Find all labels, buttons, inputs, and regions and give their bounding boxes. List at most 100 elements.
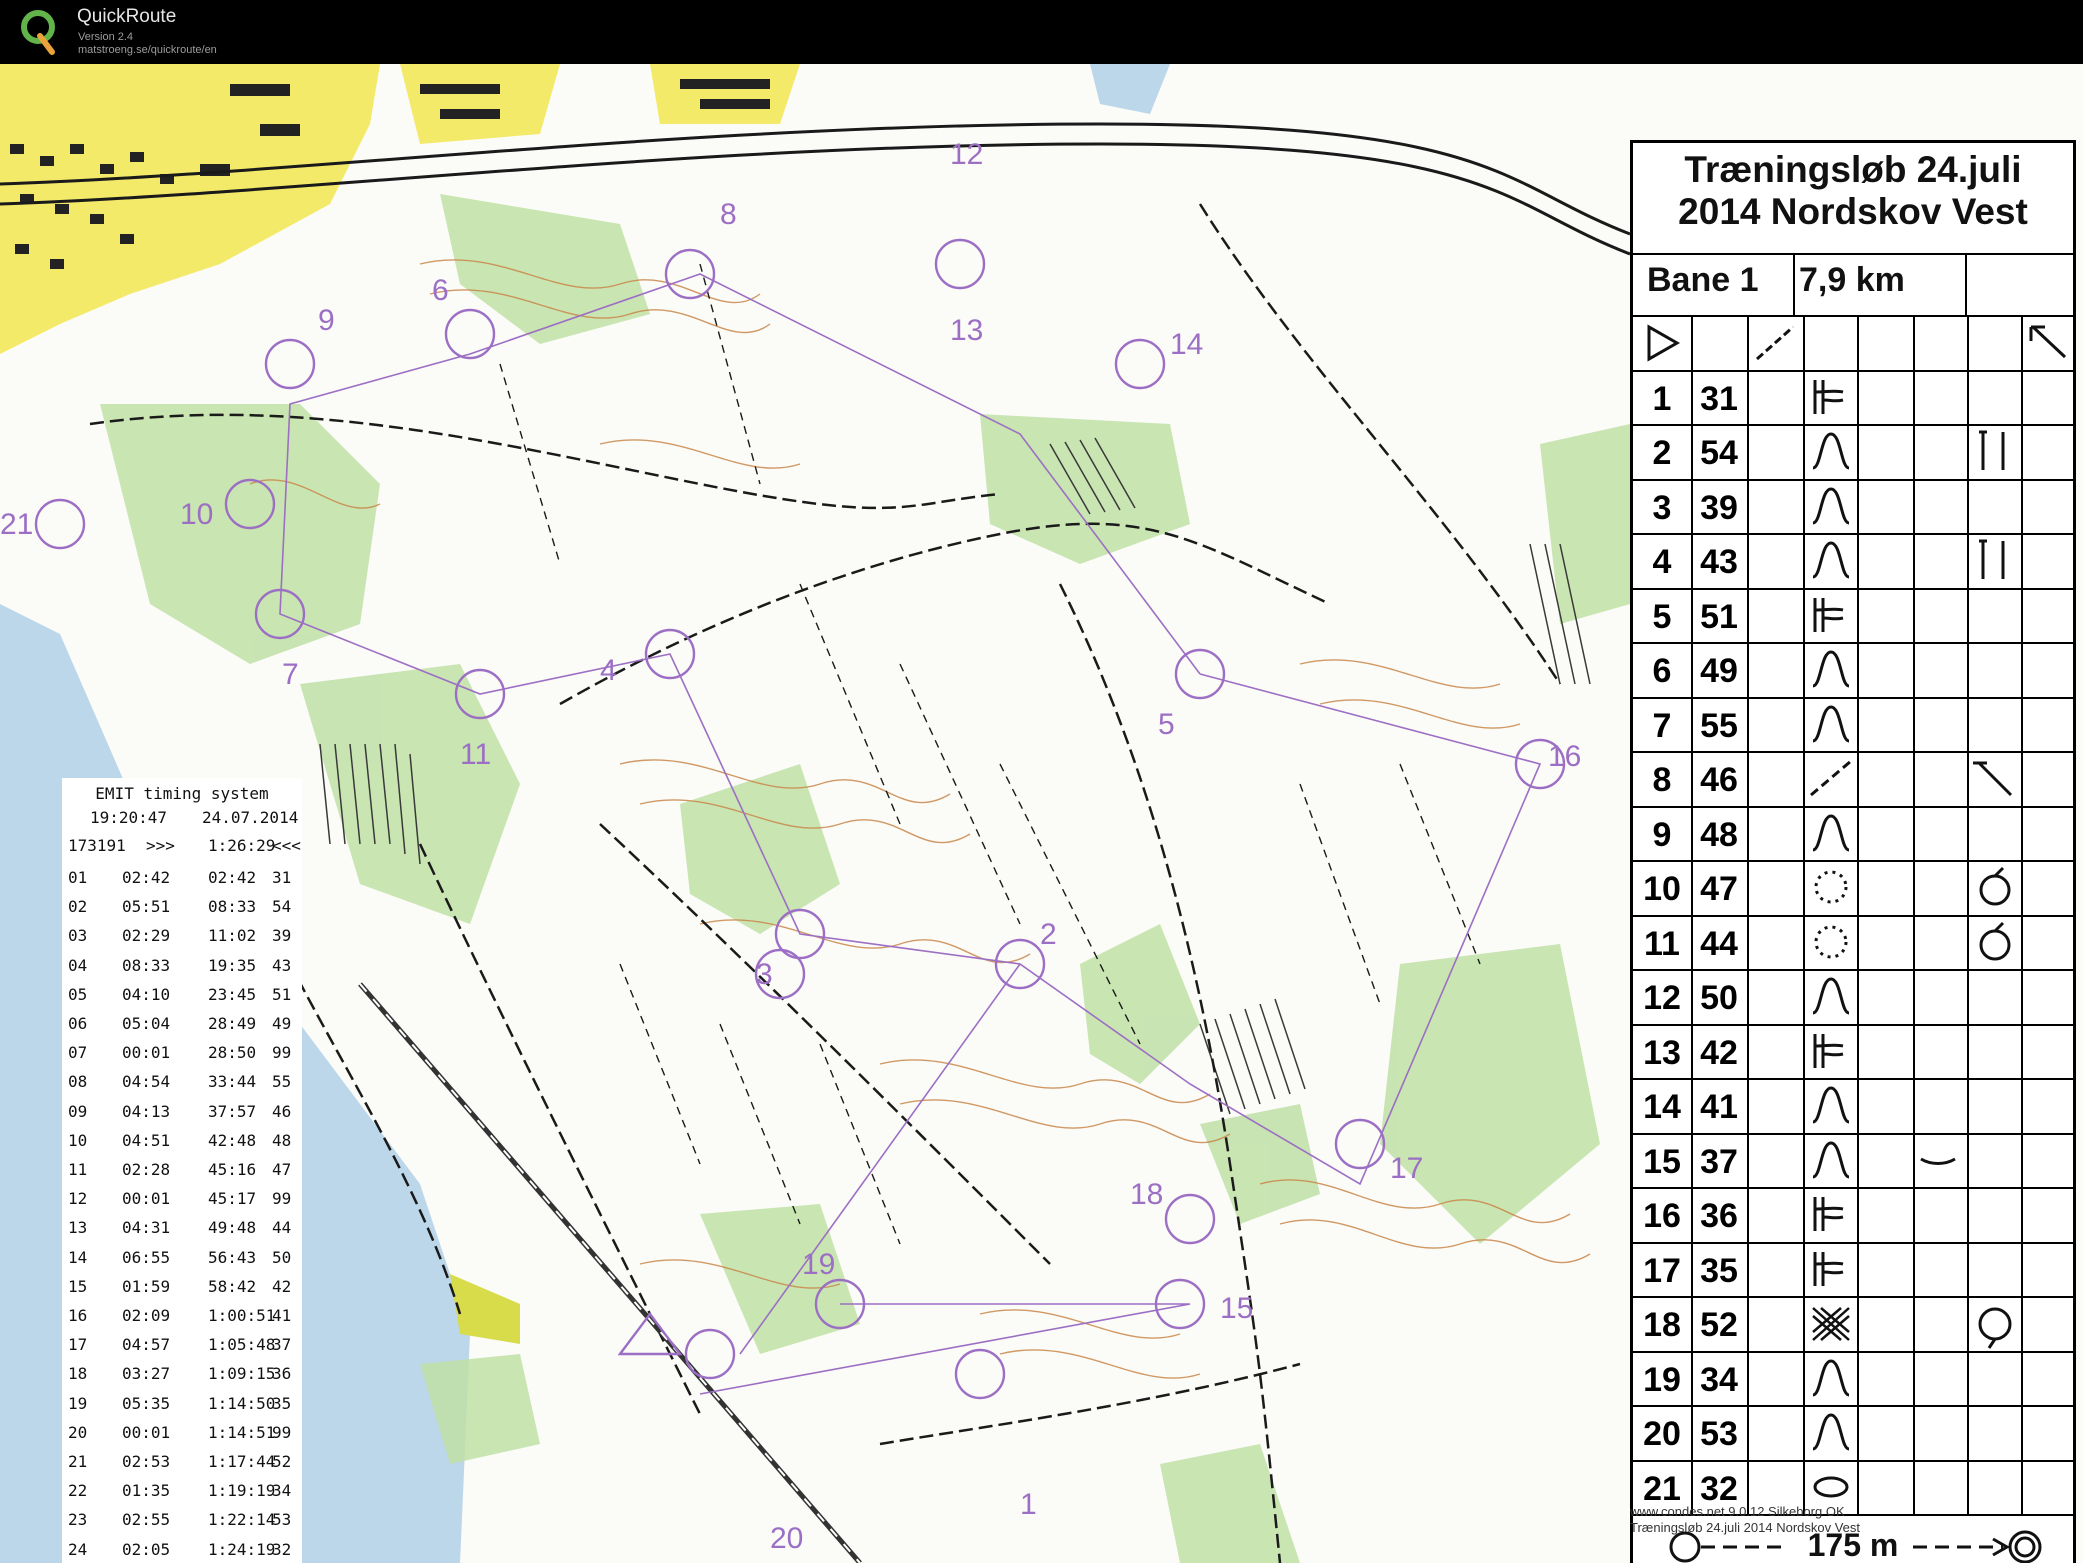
hill-icon: [1812, 1413, 1850, 1451]
split-control: 03: [68, 926, 88, 946]
map-control-label: 18: [1130, 1178, 1163, 1211]
control-code: 44: [1700, 924, 1738, 963]
split-row: 11 02:28 45:16 47: [62, 1160, 302, 1189]
split-leg-time: 04:10: [122, 984, 171, 1004]
split-control: 18: [68, 1364, 88, 1384]
split-code: 46: [272, 1101, 292, 1121]
control-row: 3 39: [1633, 479, 2073, 533]
split-leg-time: 04:57: [122, 1335, 171, 1355]
split-row: 13 04:31 49:48 44: [62, 1218, 302, 1247]
split-code: 53: [272, 1510, 292, 1530]
hill-icon: [1812, 650, 1850, 688]
split-code: 31: [272, 868, 292, 887]
control-row: 14 41: [1633, 1078, 2073, 1132]
control-number: 13: [1643, 1033, 1681, 1072]
split-row: 22 01:35 1:19:19 34: [62, 1481, 302, 1510]
split-code: 52: [272, 1452, 292, 1471]
depression-icon: [1814, 870, 1848, 904]
control-number: 8: [1652, 761, 1672, 799]
control-number: 16: [1643, 1197, 1681, 1235]
map-credit-line2: Træningsløb 24.juli 2014 Nordskov Vest: [1630, 1520, 1861, 1535]
split-code: 54: [272, 897, 292, 917]
split-code: 99: [272, 1189, 292, 1209]
split-control: 20: [68, 1422, 88, 1442]
split-leg-time: 04:13: [122, 1101, 171, 1121]
split-row: 01 02:42 02:42 31: [62, 868, 302, 897]
control-code: 52: [1700, 1306, 1738, 1344]
control-code: 32: [1700, 1469, 1738, 1508]
hill-icon: [1812, 813, 1850, 851]
control-code: 51: [1700, 597, 1738, 636]
map-control-label: 16: [1548, 740, 1581, 773]
split-control: 12: [68, 1189, 88, 1209]
split-row: 16 02:09 1:00:51 41: [62, 1306, 302, 1335]
split-control: 23: [68, 1510, 88, 1530]
split-control: 11: [68, 1160, 88, 1179]
split-leg-time: 02:29: [122, 926, 171, 946]
control-number: 18: [1643, 1306, 1681, 1344]
split-control: 15: [68, 1276, 88, 1296]
split-code: 36: [272, 1364, 292, 1384]
hill-icon: [1812, 977, 1850, 1015]
split-elapsed: 08:33: [208, 897, 257, 917]
map-control-label: 2: [1040, 918, 1057, 951]
control-code: 54: [1700, 434, 1738, 472]
spur-icon: [1813, 379, 1844, 414]
control-row: 20 53: [1633, 1405, 2073, 1459]
control-number: 3: [1652, 488, 1672, 527]
split-control: 19: [68, 1393, 88, 1413]
map-control-label: 6: [432, 274, 449, 307]
control-number: 12: [1643, 979, 1681, 1017]
split-leg-time: 00:01: [122, 1043, 171, 1063]
split-leg-time: 04:51: [122, 1130, 171, 1150]
split-row: 23 02:55 1:22:14 53: [62, 1510, 302, 1539]
control-row: 1 31: [1633, 370, 2073, 424]
foot-icon: [1979, 921, 2011, 960]
split-control: 16: [68, 1306, 88, 1325]
control-number: 10: [1643, 870, 1681, 908]
control-row: 5 51: [1633, 588, 2073, 642]
split-code: 41: [272, 1306, 292, 1325]
split-row: 10 04:51 42:48 48: [62, 1131, 302, 1160]
split-leg-time: 05:35: [122, 1393, 171, 1413]
split-leg-time: 05:04: [122, 1014, 171, 1033]
control-code: 41: [1700, 1088, 1738, 1126]
course-length: 7,9 km: [1799, 261, 1905, 299]
control-number: 15: [1643, 1142, 1681, 1181]
control-row: 16 36: [1633, 1187, 2073, 1241]
map-control-label: 5: [1158, 708, 1175, 741]
control-number: 17: [1643, 1251, 1681, 1290]
event-title-line2: 2014 Nordskov Vest: [1678, 191, 2028, 232]
split-leg-time: 00:01: [122, 1189, 171, 1209]
split-elapsed: 23:45: [208, 984, 257, 1004]
split-row: 03 02:29 11:02 39: [62, 926, 302, 955]
control-number: 1: [1652, 379, 1672, 418]
splits-total: 1:26:29: [208, 836, 276, 855]
control-row: 11 44: [1633, 915, 2073, 969]
control-number: 6: [1652, 652, 1672, 690]
hill-icon: [1812, 1140, 1850, 1178]
split-leg-time: 02:09: [122, 1306, 171, 1325]
control-code: 31: [1700, 379, 1738, 418]
split-elapsed: 1:05:48: [208, 1335, 276, 1355]
split-row: 20 00:01 1:14:51 99: [62, 1423, 302, 1452]
split-control: 08: [68, 1072, 88, 1092]
end-icon: [1973, 761, 2013, 797]
split-row: 05 04:10 23:45 51: [62, 985, 302, 1014]
split-row: 12 00:01 45:17 99: [62, 1189, 302, 1218]
hill-icon: [1812, 1358, 1850, 1396]
control-row: 15 37: [1633, 1133, 2073, 1187]
split-row: 09 04:13 37:57 46: [62, 1102, 302, 1131]
split-control: 17: [68, 1335, 88, 1355]
split-elapsed: 1:17:44: [208, 1452, 276, 1471]
double-bar-icon: [1979, 539, 2005, 579]
control-number: 4: [1652, 543, 1672, 581]
hill-icon: [1812, 541, 1850, 579]
splits-time: 19:20:47: [90, 808, 168, 827]
control-code: 39: [1700, 488, 1738, 527]
control-code: 37: [1700, 1142, 1738, 1181]
control-number: 7: [1652, 706, 1672, 745]
control-code: 43: [1700, 543, 1738, 581]
orienteering-map[interactable]: 1 2 3 4 5 6 7 8 9 10 11 12 13 14 15 16 1…: [0, 64, 2083, 1563]
split-elapsed: 56:43: [208, 1247, 257, 1267]
